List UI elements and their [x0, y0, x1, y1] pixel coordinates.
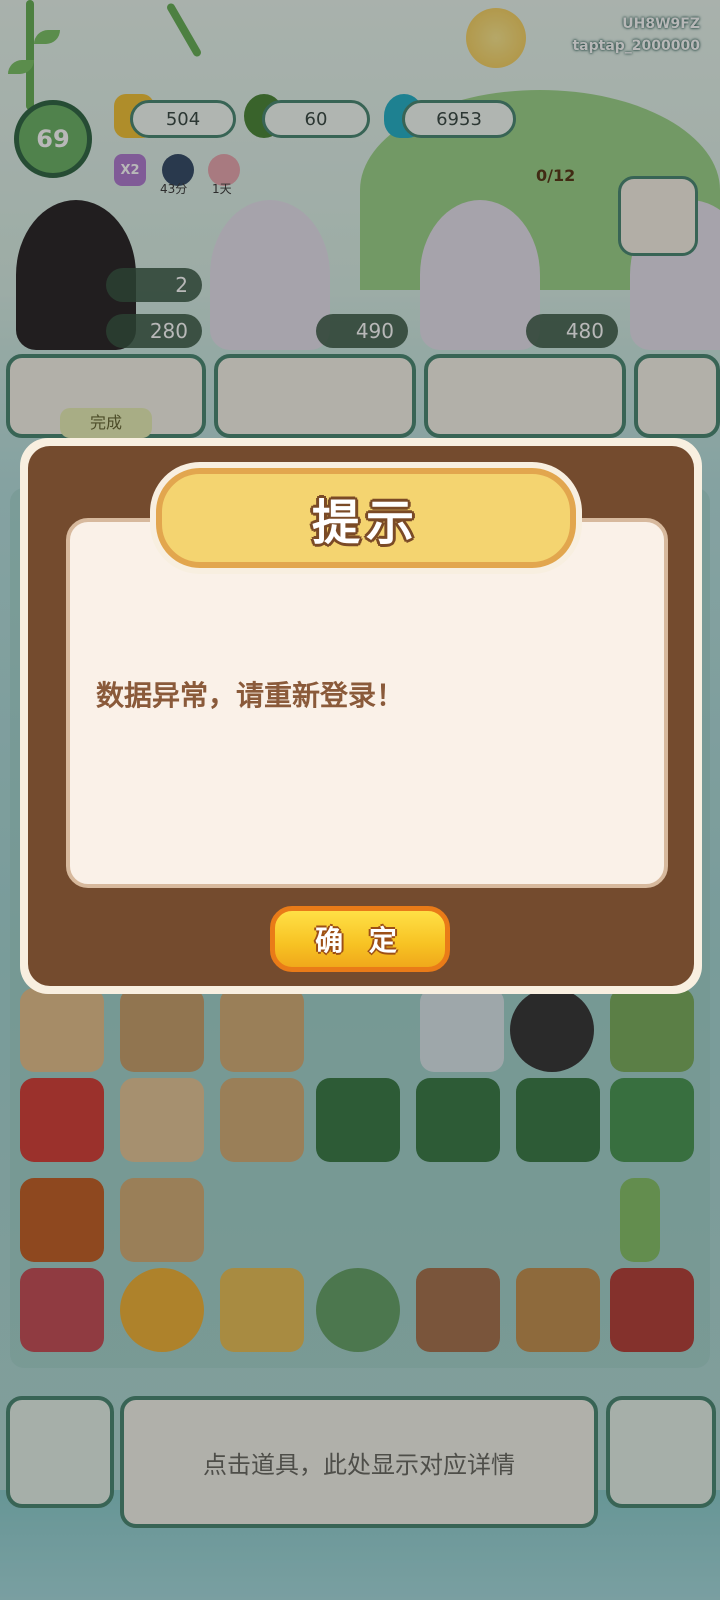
confirm-button[interactable]: 确 定: [270, 906, 450, 972]
dialog-message: 数据异常，请重新登录！: [96, 679, 405, 712]
dialog-title-plate: 提示: [156, 468, 576, 568]
dialog-title: 提示: [311, 495, 420, 551]
confirm-button-label: 确 定: [315, 924, 405, 957]
